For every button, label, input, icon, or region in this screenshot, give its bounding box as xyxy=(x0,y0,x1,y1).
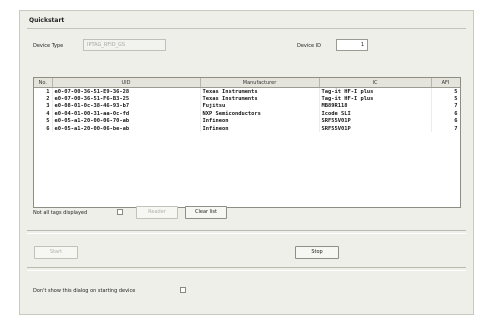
not-all-tags-checkbox[interactable] xyxy=(117,209,123,215)
cell-no: 3 xyxy=(34,102,53,111)
device-id-label: Device ID xyxy=(297,43,322,49)
cell-manufacturer: Fujitsu xyxy=(200,102,320,111)
column-header-ic[interactable]: IC xyxy=(319,78,432,88)
cell-no: 2 xyxy=(34,95,53,103)
footer-divider xyxy=(27,267,466,271)
cell-no: 6 xyxy=(34,124,53,133)
column-header-uid[interactable]: UID xyxy=(52,78,201,88)
cell-ic: SRF55V01P xyxy=(319,117,432,125)
cell-afi: 6 xyxy=(431,110,460,118)
start-button[interactable]: Start xyxy=(34,246,78,259)
cell-afi: 7 xyxy=(431,124,460,133)
section-divider xyxy=(27,230,466,234)
cell-no: 4 xyxy=(34,110,53,118)
cell-uid: 1 xyxy=(34,87,53,96)
device-id-field[interactable]: 1 xyxy=(336,39,368,51)
device-type-label: Device Type xyxy=(33,43,64,49)
cell-afi: 5 xyxy=(431,95,460,103)
cell-uid: e0-05-a1-20-00-06-be-ab xyxy=(52,124,201,133)
table-header: No. UID Manufacturer IC AFI xyxy=(34,78,460,88)
table-row[interactable]: 1 e0-07-00-36-51-E9-36-28 Texas Instrume… xyxy=(34,87,460,96)
cell-ic: SRF55V01P xyxy=(319,124,432,133)
column-header-manufacturer[interactable]: Manufacturer xyxy=(200,78,320,88)
cell-uid: e0-08-01-0c-38-46-93-b7 xyxy=(52,102,201,111)
cell-afi: 7 xyxy=(431,102,460,111)
cell-afi: 5 xyxy=(431,87,460,96)
cell-ic: Tag-it HF-I plus xyxy=(319,87,432,96)
tag-table[interactable]: No. UID Manufacturer IC AFI 1 e0-07-00-3… xyxy=(33,77,461,208)
table-row[interactable]: 2 e0-07-00-36-51-F6-B3-25 Texas Instrume… xyxy=(34,95,460,103)
table-row[interactable]: 4 e0-04-01-00-31-aa-0c-fd NXP Semiconduc… xyxy=(34,110,460,118)
quickstart-dialog: Quickstart Device Type IPTAG_RFID_GS Dev… xyxy=(19,10,474,315)
dont-show-label: Don't show this dialog on starting devic… xyxy=(33,288,136,294)
cell-uid: e0-05-a1-20-00-06-70-ab xyxy=(52,117,201,125)
clear-list-button[interactable]: Clear list xyxy=(185,206,227,219)
cell-manufacturer: NXP Semiconductors xyxy=(200,110,320,118)
table-row[interactable]: 6 e0-05-a1-20-00-06-be-ab Infineon SRF55… xyxy=(34,124,460,133)
cell-ic: MB89R118 xyxy=(319,102,432,111)
cell-ic: Tag-it HF-I plus xyxy=(319,95,432,103)
cell-uid: e0-04-01-00-31-aa-0c-fd xyxy=(52,110,201,118)
cell-ic: Icode SLI xyxy=(319,110,432,118)
cell-no: 5 xyxy=(34,117,53,125)
reader-button[interactable]: Reader xyxy=(136,206,178,219)
column-header-afi[interactable]: AFI xyxy=(431,78,460,88)
cell-manufacturer: Texas Instruments xyxy=(200,95,320,103)
table-row[interactable]: 3 e0-08-01-0c-38-46-93-b7 Fujitsu MB89R1… xyxy=(34,102,460,111)
title-divider xyxy=(27,28,466,29)
cell-uid: e0-07-00-36-51-F6-B3-25 xyxy=(52,95,201,103)
table-row[interactable]: 5 e0-05-a1-20-00-06-70-ab Infineon SRF55… xyxy=(34,117,460,125)
device-type-field[interactable]: IPTAG_RFID_GS xyxy=(83,39,166,51)
cell-uid: e0-07-00-36-51-E9-36-28 xyxy=(52,87,201,96)
cell-afi: 6 xyxy=(431,117,460,125)
stop-button[interactable]: Stop xyxy=(295,246,339,259)
not-all-tags-label: Not all tags displayed xyxy=(33,210,88,216)
cell-manufacturer: Infineon xyxy=(200,117,320,125)
dont-show-checkbox[interactable] xyxy=(180,287,186,293)
dialog-title: Quickstart xyxy=(29,17,65,24)
cell-manufacturer: Texas Instruments xyxy=(200,87,320,96)
cell-manufacturer: Infineon xyxy=(200,124,320,133)
column-header-no[interactable]: No. xyxy=(34,78,53,88)
